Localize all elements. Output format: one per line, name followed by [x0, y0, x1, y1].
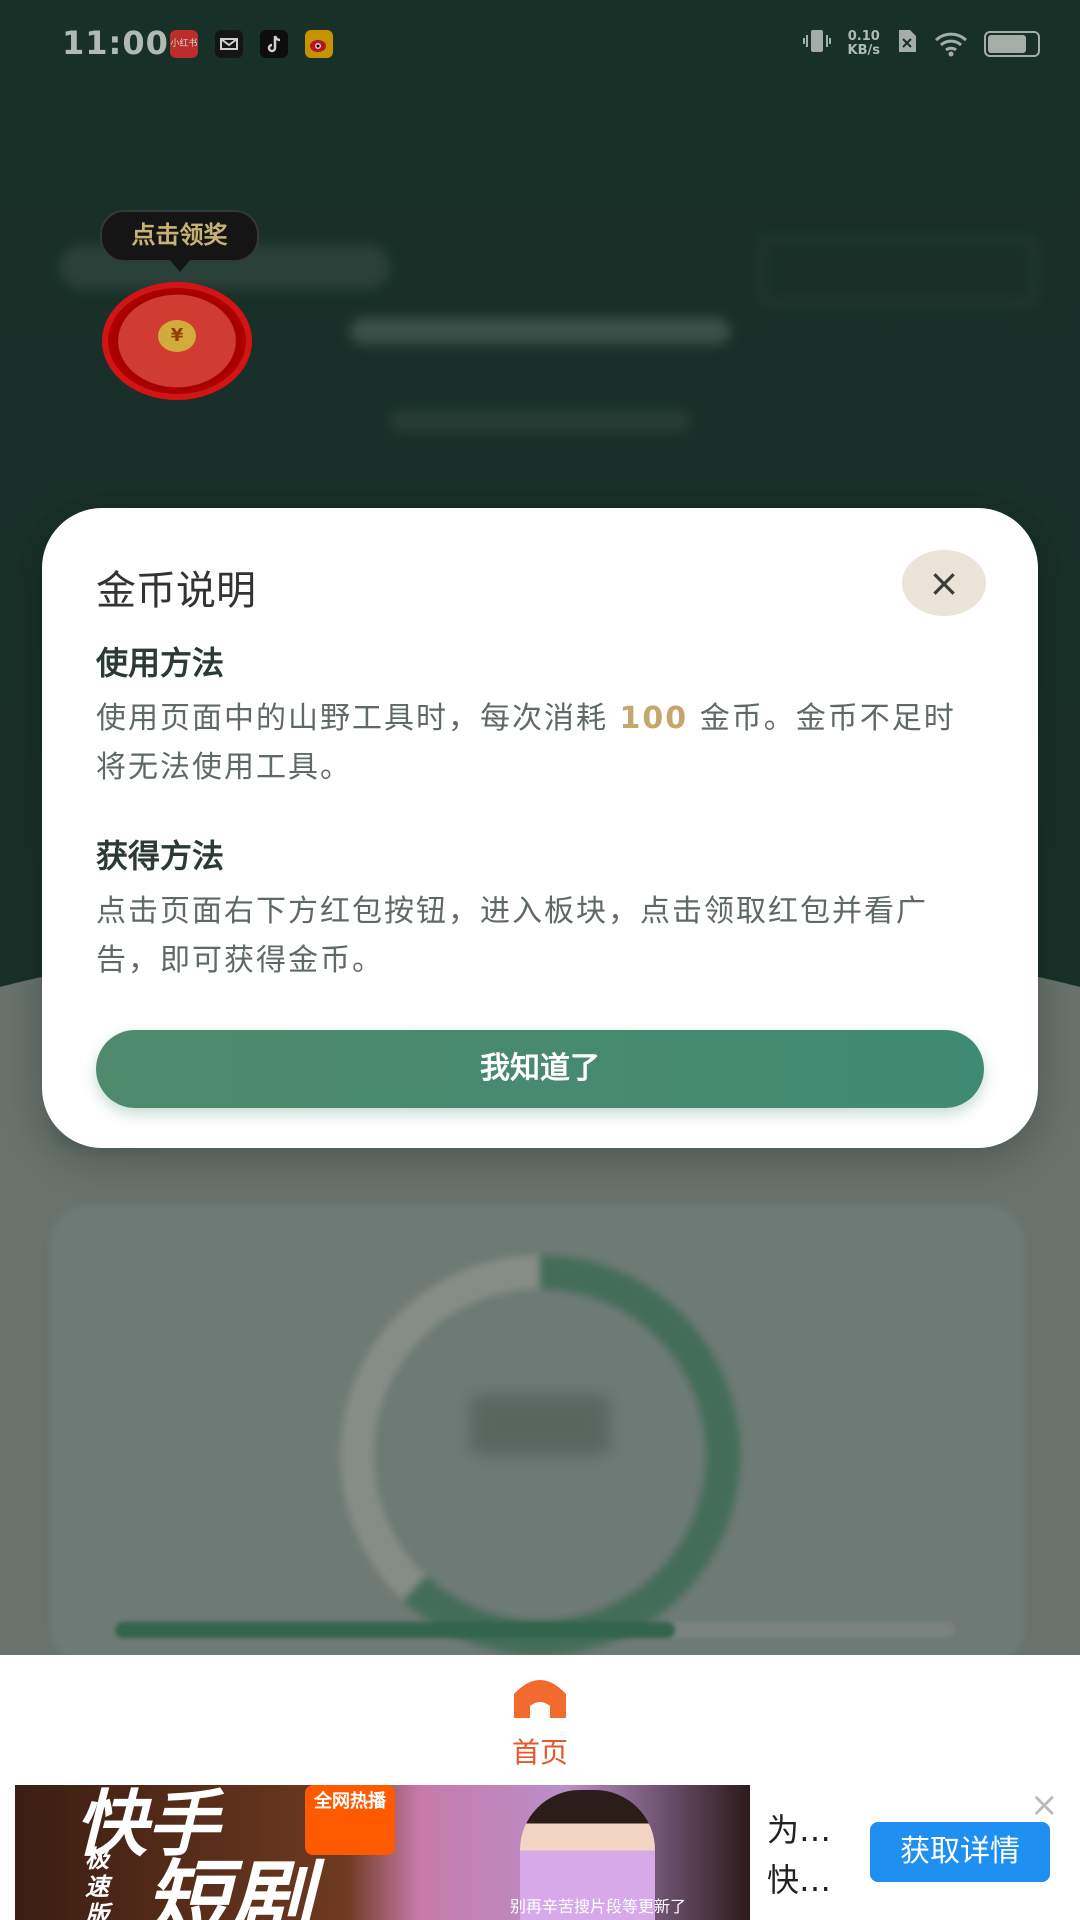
ad-description: 为… 快…	[767, 1805, 831, 1905]
ad-hot-badge: 全网热播	[305, 1785, 395, 1855]
close-button[interactable]: ×	[902, 550, 986, 616]
ad-brand-line2: 短剧	[145, 1851, 314, 1920]
bottom-navigation: 首页	[0, 1655, 1080, 1785]
earn-section-title: 获得方法	[96, 837, 225, 875]
home-icon	[514, 1680, 566, 1718]
usage-section-text: 使用页面中的山野工具时，每次消耗 100 金币。金币不足时将无法使用工具。	[96, 694, 986, 792]
ad-details-button[interactable]: 获取详情	[870, 1822, 1050, 1882]
ad-brand-sub: 极速版	[85, 1845, 109, 1920]
ad-close-icon[interactable]: ×	[1030, 1785, 1059, 1825]
close-icon: ×	[928, 561, 960, 605]
usage-text-before: 使用页面中的山野工具时，每次消耗	[96, 701, 620, 736]
ad-caption: 别再辛苦搜片段等更新了	[510, 1897, 687, 1916]
earn-section-text: 点击页面右下方红包按钮，进入板块，点击领取红包并看广告，即可获得金币。	[96, 894, 928, 978]
ad-text-line2: 快…	[767, 1861, 832, 1899]
dialog-title: 金币说明	[96, 568, 256, 614]
coin-cost-value: 100	[619, 701, 689, 736]
ad-text-line1: 为…	[767, 1811, 832, 1849]
usage-section-title: 使用方法	[96, 644, 225, 682]
got-it-button[interactable]: 我知道了	[96, 1030, 984, 1108]
ad-banner[interactable]: 快手 极速版 短剧 全网热播 别再辛苦搜片段等更新了 为… 快… 获取详情 ×	[0, 1785, 1080, 1920]
nav-label-home: 首页	[511, 1736, 568, 1769]
ad-image[interactable]: 快手 极速版 短剧 全网热播 别再辛苦搜片段等更新了	[15, 1785, 750, 1920]
coin-info-dialog: 金币说明 × 使用方法 使用页面中的山野工具时，每次消耗 100 金币。金币不足…	[42, 508, 1038, 1148]
